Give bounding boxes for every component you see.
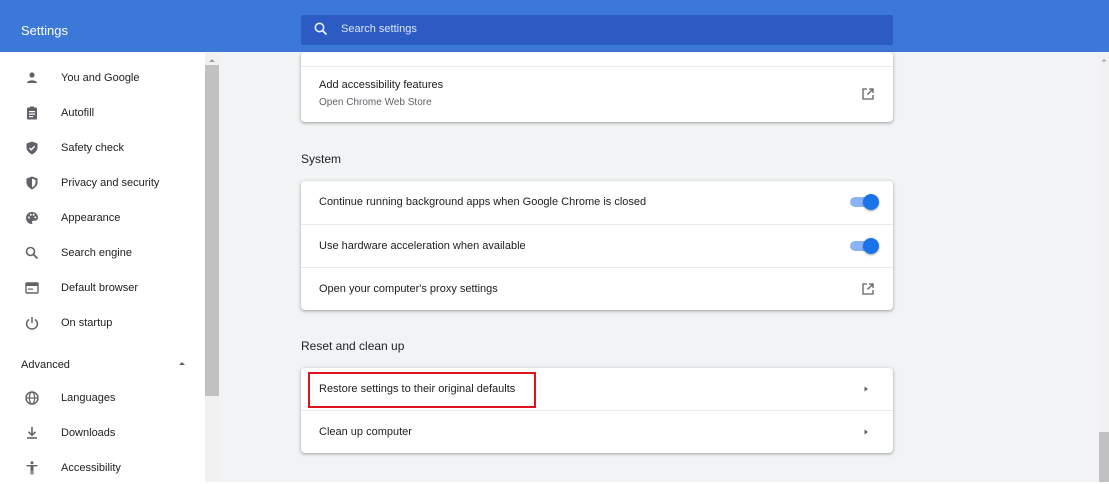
sidebar-item-safety-check[interactable]: Safety check — [0, 132, 200, 164]
section-title-system: System — [301, 152, 342, 166]
system-card: Continue running background apps when Go… — [301, 181, 893, 310]
sidebar-item-privacy-and-security[interactable]: Privacy and security — [0, 167, 200, 199]
toggle-knob — [863, 238, 879, 254]
row-label: Add accessibility features — [319, 79, 444, 91]
search-icon — [25, 246, 39, 260]
search-placeholder: Search settings — [341, 23, 417, 35]
open-in-new-icon[interactable] — [861, 282, 875, 296]
sidebar: You and Google Autofill Safety check Pri… — [0, 52, 205, 482]
sidebar-item-on-startup[interactable]: On startup — [0, 307, 200, 339]
search-icon — [314, 22, 328, 36]
row-label: Clean up computer — [319, 426, 412, 438]
clean-up-computer-row[interactable]: Clean up computer — [301, 410, 893, 454]
top-bar: Settings Search settings — [0, 0, 1109, 52]
sidebar-scrollbar-thumb[interactable] — [205, 65, 219, 396]
sidebar-item-languages[interactable]: Languages — [0, 382, 200, 414]
sidebar-item-label: Safety check — [61, 142, 124, 154]
sidebar-item-label: Languages — [61, 392, 116, 404]
sidebar-item-label: Privacy and security — [61, 177, 160, 189]
sidebar-item-default-browser[interactable]: Default browser — [0, 272, 200, 304]
palette-icon — [26, 212, 38, 224]
scroll-up-arrow-icon[interactable] — [207, 56, 217, 64]
page-scrollbar-thumb[interactable] — [1099, 432, 1109, 482]
accessibility-icon — [26, 461, 38, 475]
search-input[interactable]: Search settings — [301, 15, 893, 45]
row-sublabel: Open Chrome Web Store — [319, 97, 432, 108]
chevron-right-icon[interactable] — [862, 385, 870, 393]
shield-check-icon — [26, 141, 38, 155]
power-icon — [25, 317, 39, 330]
scroll-up-arrow-icon[interactable] — [1100, 56, 1108, 64]
hardware-acceleration-row[interactable]: Use hardware acceleration when available — [301, 224, 893, 267]
page-title: Settings — [21, 23, 68, 38]
sidebar-item-label: Appearance — [61, 212, 121, 224]
hardware-acceleration-toggle[interactable] — [848, 238, 879, 254]
chevron-right-icon[interactable] — [862, 428, 870, 436]
toggle-knob — [863, 194, 879, 210]
open-in-new-icon[interactable] — [861, 87, 875, 101]
sidebar-item-label: Downloads — [61, 427, 116, 439]
sidebar-item-autofill[interactable]: Autofill — [0, 97, 200, 129]
download-icon — [27, 427, 37, 439]
person-icon — [27, 72, 37, 83]
sidebar-item-appearance[interactable]: Appearance — [0, 202, 200, 234]
background-apps-toggle[interactable] — [848, 194, 879, 210]
page-scrollbar[interactable] — [1099, 52, 1109, 482]
row-label: Open your computer's proxy settings — [319, 283, 498, 295]
section-title-reset: Reset and clean up — [301, 339, 405, 353]
sidebar-item-label: Autofill — [61, 107, 95, 119]
highlight-box — [308, 372, 536, 408]
globe-icon — [25, 391, 39, 405]
sidebar-item-label: Accessibility — [61, 462, 121, 474]
browser-window-icon — [25, 282, 39, 294]
accessibility-card: Add accessibility features Open Chrome W… — [301, 52, 893, 122]
chevron-up-icon[interactable] — [176, 357, 188, 369]
sidebar-item-label: Search engine — [61, 247, 132, 259]
sidebar-item-label: Default browser — [61, 282, 139, 294]
proxy-settings-row[interactable]: Open your computer's proxy settings — [301, 267, 893, 311]
background-apps-row[interactable]: Continue running background apps when Go… — [301, 181, 893, 224]
row-label: Continue running background apps when Go… — [319, 196, 647, 208]
sidebar-item-downloads[interactable]: Downloads — [0, 417, 200, 449]
row-label: Use hardware acceleration when available — [319, 240, 526, 252]
sidebar-item-label: You and Google — [61, 72, 140, 84]
shield-icon — [26, 176, 38, 190]
sidebar-item-label: On startup — [61, 317, 113, 329]
sidebar-item-you-and-google[interactable]: You and Google — [0, 62, 200, 94]
advanced-section-label[interactable]: Advanced — [21, 359, 70, 371]
add-accessibility-features-row[interactable]: Add accessibility features Open Chrome W… — [301, 67, 893, 122]
sidebar-item-accessibility[interactable]: Accessibility — [0, 452, 200, 484]
clipboard-icon — [27, 106, 37, 120]
sidebar-item-search-engine[interactable]: Search engine — [0, 237, 200, 269]
